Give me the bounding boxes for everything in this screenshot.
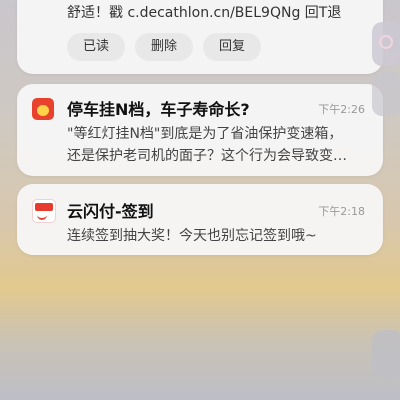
notification-time: 下午2:26: [318, 103, 365, 116]
notification-decathlon[interactable]: 舒适！戳 c.decathlon.cn/BEL9QNg 回T退 已读 删除 回复: [17, 0, 383, 74]
search-icon[interactable]: [372, 22, 400, 66]
reply-button[interactable]: 回复: [203, 33, 262, 61]
notification-title: 云闪付-签到: [67, 202, 154, 221]
mark-read-button[interactable]: 已读: [67, 33, 126, 61]
notification-actions: 已读 删除 回复: [67, 33, 262, 61]
notification-body-line: 还是保护老司机的面子？这个行为会导致变…: [67, 148, 347, 164]
notification-body-line: "等红灯挂N档"到底是为了省油保护变速箱，: [67, 126, 343, 142]
notification-car-news[interactable]: 停车挂N档，车子寿命长? 下午2:26 "等红灯挂N档"到底是为了省油保护变速箱…: [17, 84, 383, 176]
side-shortcut-bottom[interactable]: [372, 330, 400, 378]
delete-button[interactable]: 删除: [135, 33, 194, 61]
side-shortcut[interactable]: [372, 72, 400, 116]
yunshanfu-app-icon: [32, 199, 56, 223]
notification-title: 停车挂N档，车子寿命长?: [67, 100, 250, 119]
notification-time: 下午2:18: [318, 205, 365, 218]
notification-body-line: 连续签到抽大奖！今天也别忘记签到哦~: [67, 228, 317, 244]
notification-body: 舒适！戳 c.decathlon.cn/BEL9QNg 回T退: [67, 5, 342, 21]
car-news-app-icon: [32, 98, 54, 120]
notification-yunshanfu[interactable]: 云闪付-签到 下午2:18 连续签到抽大奖！今天也别忘记签到哦~: [17, 184, 383, 255]
